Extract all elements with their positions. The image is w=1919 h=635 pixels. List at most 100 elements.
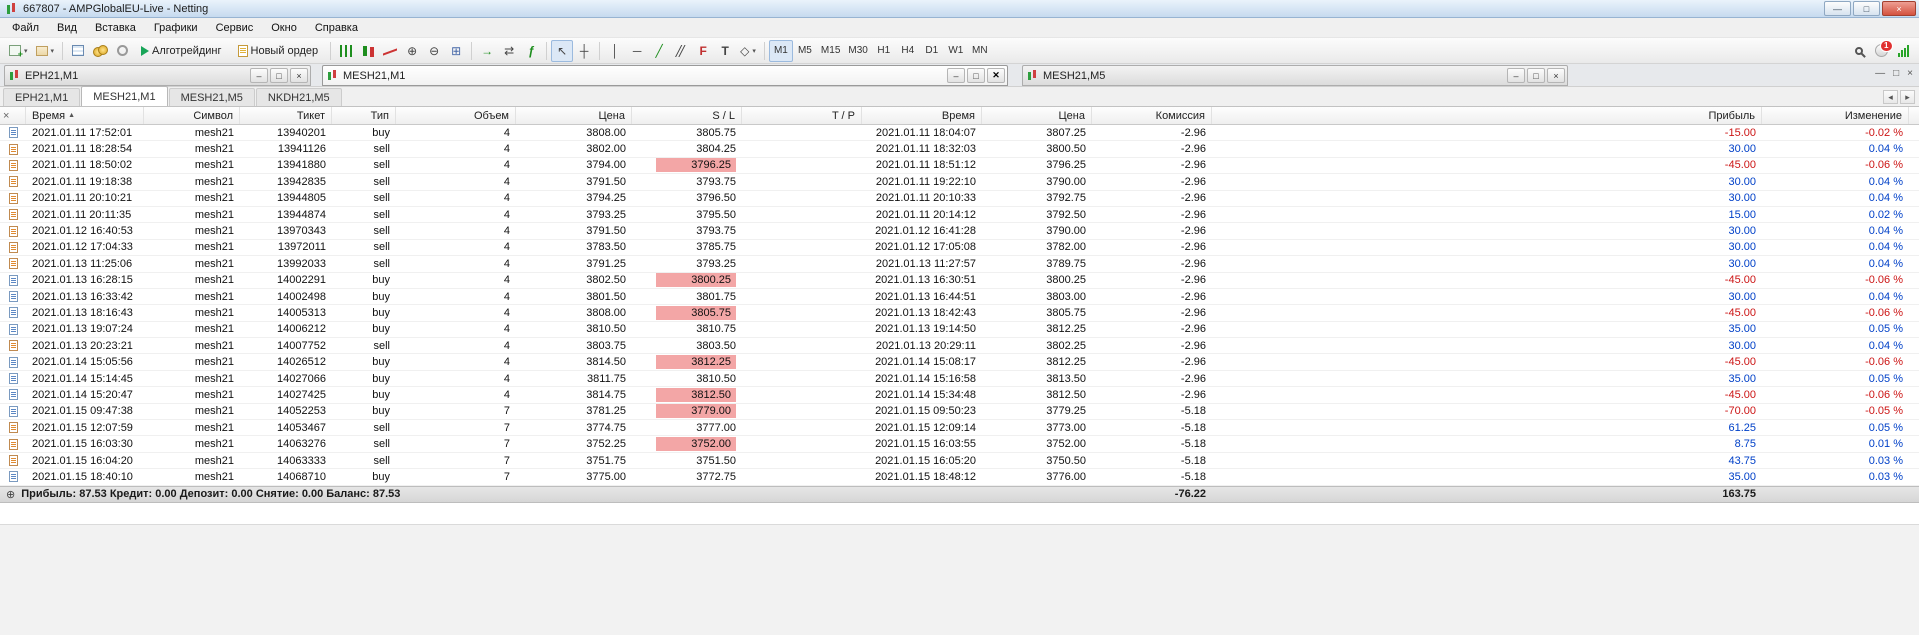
- maximize-button[interactable]: □: [1853, 1, 1880, 16]
- table-row[interactable]: 2021.01.15 16:03:30 mesh21 14063276 sell 7 37…: [0, 436, 1919, 453]
- minimize-button[interactable]: —: [1824, 1, 1851, 16]
- table-row[interactable]: 2021.01.11 18:50:02 mesh21 13941880 sell 4 37…: [0, 157, 1919, 175]
- timeframe-w1[interactable]: W1: [944, 40, 968, 62]
- column-header-tp[interactable]: T / P: [742, 107, 862, 124]
- table-row[interactable]: 2021.01.11 20:11:35 mesh21 13944874 sell 4 37…: [0, 206, 1919, 224]
- shapes-button[interactable]: ◇ ▾: [736, 40, 760, 62]
- restore-button[interactable]: □: [1893, 68, 1899, 79]
- algo-trading-button[interactable]: Алготрейдинг: [133, 40, 229, 62]
- menu-item-service[interactable]: Сервис: [207, 20, 263, 36]
- column-header-volume[interactable]: Объем: [396, 107, 516, 124]
- search-button[interactable]: [1848, 40, 1870, 62]
- table-row[interactable]: 2021.01.14 15:05:56 mesh21 14026512 buy 4 381…: [0, 354, 1919, 371]
- chart-profiles-button[interactable]: ▾: [32, 40, 59, 62]
- close-button[interactable]: ×: [1547, 68, 1565, 83]
- bar-chart-button[interactable]: [335, 40, 357, 62]
- text-tool-button[interactable]: T: [714, 40, 736, 62]
- candle-chart-button[interactable]: [357, 40, 379, 62]
- timeframe-m30[interactable]: M30: [844, 40, 871, 62]
- tab-mesh21-m1[interactable]: MESH21,M1: [81, 86, 168, 106]
- trend-line-button[interactable]: ╱: [648, 40, 670, 62]
- menu-item-window[interactable]: Окно: [262, 20, 306, 36]
- channel-button[interactable]: ╱╱: [670, 40, 692, 62]
- new-chart-button[interactable]: ▾: [5, 40, 32, 62]
- column-header-time[interactable]: Время ▲: [26, 107, 144, 124]
- close-button[interactable]: ×: [1907, 68, 1913, 79]
- table-row[interactable]: 2021.01.12 17:04:33 mesh21 13972011 sell 4 37…: [0, 239, 1919, 257]
- table-row[interactable]: 2021.01.13 19:07:24 mesh21 14006212 buy 4 381…: [0, 321, 1919, 339]
- close-button[interactable]: ✕: [987, 68, 1005, 83]
- minimize-button[interactable]: –: [947, 68, 965, 83]
- zoom-in-button[interactable]: ⊕: [401, 40, 423, 62]
- table-row[interactable]: 2021.01.14 15:14:45 mesh21 14027066 buy 4 381…: [0, 370, 1919, 388]
- column-header-close_price[interactable]: Цена: [982, 107, 1092, 124]
- table-row[interactable]: 2021.01.15 09:47:38 mesh21 14052253 buy 7 378…: [0, 403, 1919, 421]
- table-row[interactable]: 2021.01.13 11:25:06 mesh21 13992033 sell 4 37…: [0, 256, 1919, 273]
- table-row[interactable]: 2021.01.11 17:52:01 mesh21 13940201 buy 4 380…: [0, 125, 1919, 142]
- timeframe-h1[interactable]: H1: [872, 40, 896, 62]
- column-header-close_time[interactable]: Время: [862, 107, 982, 124]
- chart-window-eph21-m1[interactable]: EPH21,M1 – □ ×: [4, 65, 311, 86]
- cursor-tool-button[interactable]: ↖: [551, 39, 574, 62]
- column-header-type[interactable]: Тип: [332, 107, 396, 124]
- menu-item-insert[interactable]: Вставка: [86, 20, 145, 36]
- table-row[interactable]: 2021.01.12 16:40:53 mesh21 13970343 sell 4 37…: [0, 223, 1919, 240]
- horizontal-line-button[interactable]: ─: [626, 40, 648, 62]
- expand-icon[interactable]: ⊕: [6, 488, 15, 501]
- menu-item-charts[interactable]: Графики: [145, 20, 207, 36]
- column-header-profit[interactable]: Прибыль: [1212, 107, 1762, 124]
- column-header-price[interactable]: Цена: [516, 107, 632, 124]
- timeframe-mn[interactable]: MN: [968, 40, 992, 62]
- tab-eph21-m1[interactable]: EPH21,M1: [3, 88, 81, 106]
- menu-item-help[interactable]: Справка: [306, 20, 367, 36]
- market-watch-button[interactable]: [67, 40, 89, 62]
- crosshair-tool-button[interactable]: ┼: [573, 40, 595, 62]
- restore-button[interactable]: □: [270, 68, 288, 83]
- chart-window-mesh21-m1[interactable]: MESH21,M1 – □ ✕: [322, 65, 1008, 86]
- new-order-button[interactable]: Новый ордер: [230, 40, 327, 62]
- zoom-out-button[interactable]: ⊖: [423, 40, 445, 62]
- tab-nkdh21-m5[interactable]: NKDH21,M5: [255, 88, 342, 106]
- table-row[interactable]: 2021.01.15 18:40:10 mesh21 14068710 buy 7 377…: [0, 469, 1919, 486]
- timeframe-d1[interactable]: D1: [920, 40, 944, 62]
- column-header-commission[interactable]: Комиссия: [1092, 107, 1212, 124]
- community-button[interactable]: [111, 40, 133, 62]
- indicators-button[interactable]: ƒ: [520, 40, 542, 62]
- menu-item-file[interactable]: Файл: [3, 20, 48, 36]
- column-header-sl[interactable]: S / L: [632, 107, 742, 124]
- auto-scroll-button[interactable]: →: [476, 40, 498, 62]
- minimize-button[interactable]: —: [1875, 68, 1885, 79]
- table-row[interactable]: 2021.01.11 19:18:38 mesh21 13942835 sell 4 37…: [0, 174, 1919, 191]
- column-header-change[interactable]: Изменение: [1762, 107, 1909, 124]
- tile-windows-button[interactable]: ⊞: [445, 40, 467, 62]
- table-row[interactable]: 2021.01.15 16:04:20 mesh21 14063333 sell 7 37…: [0, 452, 1919, 470]
- restore-button[interactable]: □: [1527, 68, 1545, 83]
- tab-scroll-right-icon[interactable]: ▸: [1900, 90, 1915, 104]
- line-chart-button[interactable]: [379, 40, 401, 62]
- table-row[interactable]: 2021.01.11 18:28:54 mesh21 13941126 sell 4 38…: [0, 141, 1919, 158]
- minimize-button[interactable]: –: [1507, 68, 1525, 83]
- minimize-button[interactable]: –: [250, 68, 268, 83]
- column-header-ticket[interactable]: Тикет: [240, 107, 332, 124]
- panel-close-button[interactable]: ×: [3, 110, 9, 122]
- table-row[interactable]: 2021.01.13 18:16:43 mesh21 14005313 buy 4 380…: [0, 305, 1919, 322]
- table-row[interactable]: 2021.01.15 12:07:59 mesh21 14053467 sell 7 37…: [0, 420, 1919, 437]
- table-row[interactable]: 2021.01.14 15:20:47 mesh21 14027425 buy 4 381…: [0, 387, 1919, 404]
- chart-window-mesh21-m5[interactable]: MESH21,M5 – □ ×: [1022, 65, 1568, 86]
- menu-item-view[interactable]: Вид: [48, 20, 86, 36]
- close-button[interactable]: ×: [1882, 1, 1916, 16]
- timeframe-m15[interactable]: M15: [817, 40, 844, 62]
- fibonacci-button[interactable]: F: [692, 40, 714, 62]
- table-row[interactable]: 2021.01.13 20:23:21 mesh21 14007752 sell 4 38…: [0, 338, 1919, 355]
- chart-shift-button[interactable]: ⇄: [498, 40, 520, 62]
- close-button[interactable]: ×: [290, 68, 308, 83]
- table-row[interactable]: 2021.01.13 16:33:42 mesh21 14002498 buy 4 380…: [0, 288, 1919, 306]
- vertical-line-button[interactable]: │: [604, 40, 626, 62]
- column-header-symbol[interactable]: Символ: [144, 107, 240, 124]
- restore-button[interactable]: □: [967, 68, 985, 83]
- tab-mesh21-m5[interactable]: MESH21,M5: [168, 88, 255, 106]
- timeframe-h4[interactable]: H4: [896, 40, 920, 62]
- table-row[interactable]: 2021.01.13 16:28:15 mesh21 14002291 buy 4 380…: [0, 272, 1919, 289]
- timeframe-m5[interactable]: M5: [793, 40, 817, 62]
- timeframe-m1[interactable]: M1: [768, 39, 793, 62]
